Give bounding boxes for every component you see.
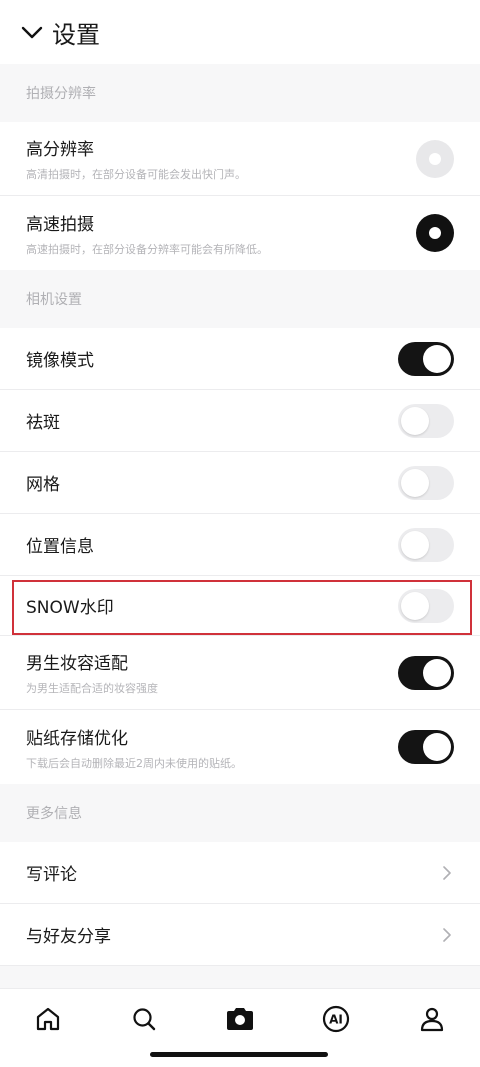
option-label: 高速拍摄 <box>26 214 94 235</box>
setting-label: SNOW水印 <box>26 598 114 618</box>
camera-icon[interactable] <box>220 999 260 1039</box>
option-high-speed[interactable]: 高速拍摄 高速拍摄时，在部分设备分辨率可能会有所降低。 <box>0 196 480 270</box>
setting-label: 贴纸存储优化 <box>26 728 128 749</box>
page-title: 设置 <box>52 20 100 49</box>
search-icon[interactable] <box>124 999 164 1039</box>
option-description: 高清拍摄时，在部分设备可能会发出快门声。 <box>26 168 246 181</box>
menu-label: 写评论 <box>26 865 77 885</box>
chevron-right-icon <box>443 865 451 880</box>
section-title: 拍摄分辨率 <box>26 86 96 102</box>
grid-toggle[interactable] <box>398 465 454 500</box>
ai-icon[interactable]: AI <box>316 999 356 1039</box>
male-makeup-toggle[interactable] <box>398 655 454 690</box>
profile-icon[interactable] <box>412 999 452 1039</box>
header: 设置 <box>0 0 480 64</box>
setting-sticker-storage[interactable]: 贴纸存储优化 下载后会自动删除最近2周内未使用的贴纸。 <box>0 710 480 784</box>
chevron-right-icon <box>443 927 451 942</box>
location-toggle[interactable] <box>398 527 454 562</box>
menu-label: 与好友分享 <box>26 927 111 947</box>
mirror-toggle[interactable] <box>398 341 454 376</box>
setting-watermark[interactable]: SNOW水印 <box>0 576 480 636</box>
option-label: 高分辨率 <box>26 140 94 160</box>
svg-text:AI: AI <box>329 1013 343 1027</box>
setting-location[interactable]: 位置信息 <box>0 514 480 576</box>
section-header-camera: 相机设置 <box>0 270 480 328</box>
menu-share-friends[interactable]: 与好友分享 <box>0 904 480 966</box>
option-description: 高速拍摄时，在部分设备分辨率可能会有所降低。 <box>26 242 268 256</box>
setting-male-makeup[interactable]: 男生妆容适配 为男生适配合适的妆容强度 <box>0 636 480 710</box>
chevron-down-icon[interactable] <box>20 20 44 44</box>
setting-grid[interactable]: 网格 <box>0 452 480 514</box>
menu-write-review[interactable]: 写评论 <box>0 842 480 904</box>
bottom-nav: AI <box>0 988 480 1067</box>
section-title: 更多信息 <box>26 806 82 822</box>
home-icon[interactable] <box>28 999 68 1039</box>
setting-blemish[interactable]: 祛斑 <box>0 390 480 452</box>
sticker-storage-toggle[interactable] <box>398 730 454 764</box>
setting-label: 位置信息 <box>26 537 94 557</box>
section-header-more: 更多信息 <box>0 784 480 842</box>
home-indicator <box>150 1052 328 1057</box>
radio-button[interactable] <box>416 139 454 178</box>
setting-label: 网格 <box>26 475 60 495</box>
setting-mirror-mode[interactable]: 镜像模式 <box>0 328 480 390</box>
blemish-toggle[interactable] <box>398 403 454 438</box>
section-title: 相机设置 <box>26 292 82 308</box>
watermark-toggle[interactable] <box>398 588 454 623</box>
setting-description: 下载后会自动删除最近2周内未使用的贴纸。 <box>26 756 242 770</box>
setting-description: 为男生适配合适的妆容强度 <box>26 682 158 695</box>
setting-label: 镜像模式 <box>26 351 94 371</box>
setting-label: 祛斑 <box>26 413 60 433</box>
section-header-capture: 拍摄分辨率 <box>0 64 480 122</box>
option-high-resolution[interactable]: 高分辨率 高清拍摄时，在部分设备可能会发出快门声。 <box>0 122 480 196</box>
setting-label: 男生妆容适配 <box>26 654 128 674</box>
radio-button-selected[interactable] <box>416 214 454 252</box>
